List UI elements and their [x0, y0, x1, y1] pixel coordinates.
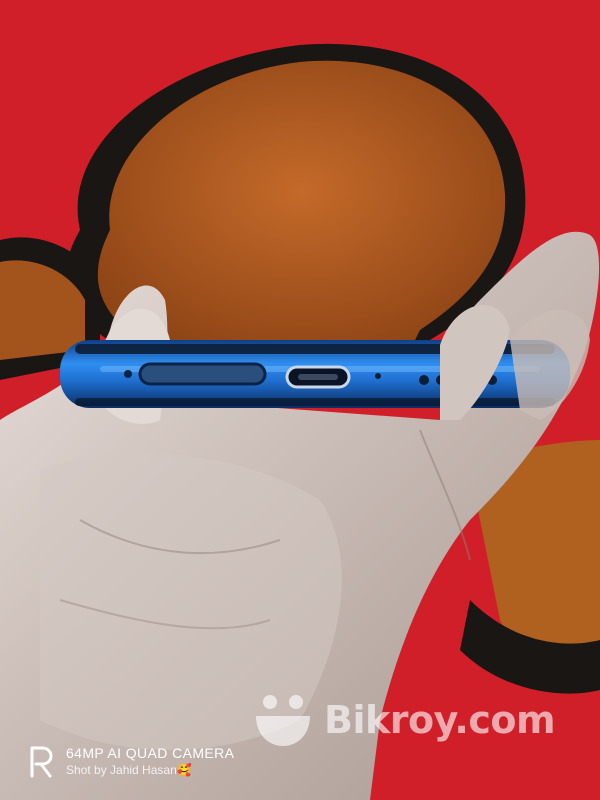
camera-credit-emoji: 🥰 — [176, 763, 192, 777]
realme-r-logo — [30, 746, 53, 778]
watermark-text: Bikroy.com — [324, 698, 556, 742]
camera-credit: Shot by Jahid Hasan🥰 — [66, 762, 234, 778]
photo-scene: Bikroy.com 64MP AI QUAD CAMERA Shot by J… — [0, 0, 600, 800]
sim-tray — [138, 362, 267, 386]
microphone-hole — [375, 373, 381, 379]
camera-credit-text: Shot by Jahid Hasan — [66, 763, 177, 777]
camera-watermark: 64MP AI QUAD CAMERA Shot by Jahid Hasan🥰 — [28, 738, 328, 784]
phone-in-hand-photo — [0, 0, 600, 800]
sim-eject-hole — [124, 370, 132, 378]
camera-title: 64MP AI QUAD CAMERA — [66, 745, 235, 761]
